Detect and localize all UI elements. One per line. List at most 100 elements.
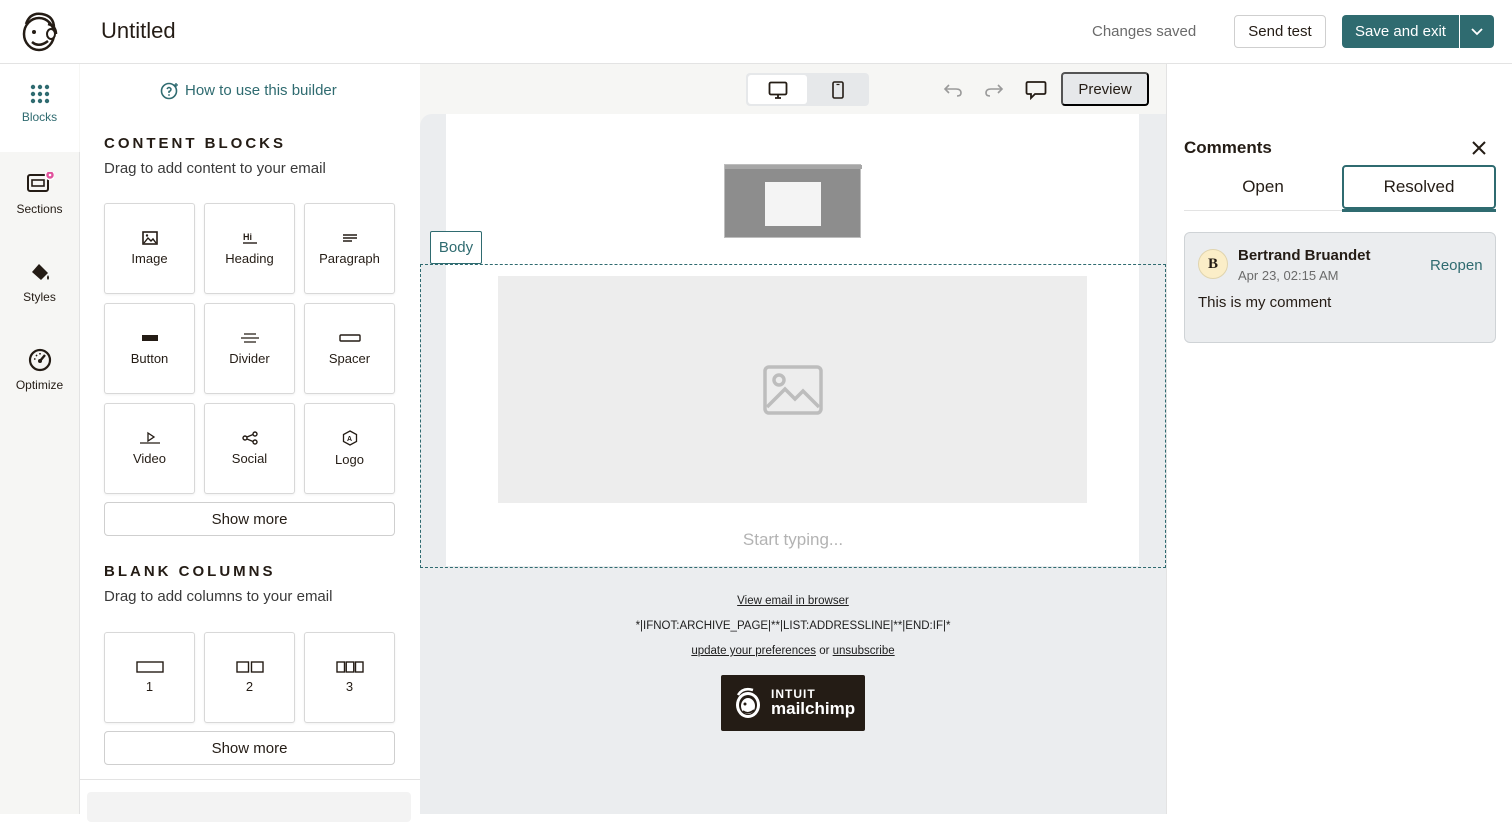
block-tile-logo[interactable]: A Logo — [304, 403, 395, 494]
button-icon — [141, 331, 159, 345]
redo-button[interactable] — [982, 78, 1006, 102]
spacer-icon — [338, 331, 361, 345]
merge-tag-text: *|IFNOT:ARCHIVE_PAGE|**|LIST:ADDRESSLINE… — [635, 620, 951, 632]
tile-label: Image — [131, 251, 168, 266]
update-preferences-link[interactable]: update your preferences — [691, 645, 816, 657]
avatar: B — [1198, 249, 1228, 279]
column-tile-2[interactable]: 2 — [204, 632, 295, 723]
top-bar: Untitled Changes saved Send test Save an… — [0, 0, 1512, 64]
one-column-icon — [135, 661, 164, 673]
mobile-view-button[interactable] — [808, 75, 867, 104]
content-blocks-heading: CONTENT BLOCKS — [104, 135, 286, 152]
block-tile-social[interactable]: Social — [204, 403, 295, 494]
close-comments-button[interactable] — [1469, 138, 1489, 158]
intuit-mailchimp-badge[interactable]: INTUIT mailchimp — [721, 675, 865, 731]
undo-icon — [943, 82, 963, 98]
tile-label: Paragraph — [319, 251, 380, 266]
logo-hexagon-icon: A — [342, 430, 358, 446]
preview-button[interactable]: Preview — [1061, 72, 1149, 106]
share-icon — [241, 431, 258, 445]
comment-card: B Bertrand Bruandet Apr 23, 02:15 AM Reo… — [1184, 232, 1496, 343]
sections-icon — [26, 172, 54, 196]
comments-panel: Comments Open Resolved B Bertrand Bruand… — [1166, 64, 1512, 814]
column-tile-3[interactable]: 3 — [304, 632, 395, 723]
comment-author: Bertrand Bruandet — [1238, 247, 1371, 264]
comments-toggle-button[interactable] — [1024, 78, 1048, 102]
rail-item-label: Blocks — [21, 110, 58, 124]
column-tile-1[interactable]: 1 — [104, 632, 195, 723]
tabs-active-indicator — [1342, 209, 1496, 212]
page-title[interactable]: Untitled — [101, 18, 176, 44]
save-options-dropdown[interactable] — [1460, 15, 1494, 48]
redo-icon — [984, 82, 1004, 98]
block-tile-divider[interactable]: Divider — [204, 303, 295, 394]
left-rail: Blocks Sections Styles Optimize — [0, 64, 80, 814]
desktop-icon — [768, 81, 788, 99]
svg-text:A: A — [347, 436, 352, 443]
rail-item-styles[interactable]: Styles — [0, 240, 79, 328]
tile-label: Divider — [229, 351, 270, 366]
block-tile-spacer[interactable]: Spacer — [304, 303, 395, 394]
save-status: Changes saved — [1092, 23, 1197, 40]
save-and-exit-button[interactable]: Save and exit — [1342, 15, 1459, 48]
body-section-tag[interactable]: Body — [430, 231, 482, 264]
block-tile-button[interactable]: Button — [104, 303, 195, 394]
rail-item-label: Optimize — [15, 378, 64, 392]
email-preview: Body Start typing... View email in brows… — [420, 114, 1166, 814]
tile-label: Social — [231, 451, 268, 466]
block-tile-video[interactable]: Video — [104, 403, 195, 494]
how-to-use-link[interactable]: How to use this builder — [160, 81, 337, 100]
rail-item-label: Sections — [16, 202, 63, 216]
video-icon — [139, 431, 161, 445]
desktop-view-button[interactable] — [748, 75, 807, 104]
tile-label: 1 — [145, 679, 154, 694]
block-tile-heading[interactable]: Hi Heading — [204, 203, 295, 294]
grid-dots-icon — [30, 84, 50, 104]
panel-footer-card — [87, 792, 411, 822]
block-tile-image[interactable]: Image — [104, 203, 195, 294]
close-icon — [1469, 138, 1489, 158]
rail-item-optimize[interactable]: Optimize — [0, 328, 79, 416]
comments-title: Comments — [1184, 138, 1272, 157]
rail-item-sections[interactable]: Sections — [0, 152, 79, 240]
how-to-use-label: How to use this builder — [185, 82, 337, 99]
show-more-blocks-button[interactable]: Show more — [104, 502, 395, 536]
reopen-button[interactable]: Reopen — [1430, 257, 1483, 274]
text-block-placeholder[interactable]: Start typing... — [420, 530, 1166, 550]
tab-open[interactable]: Open — [1184, 165, 1342, 209]
panel-footer — [80, 779, 420, 822]
blank-columns-subtitle: Drag to add columns to your email — [104, 588, 333, 605]
comment-bubble-icon — [1025, 80, 1047, 100]
tile-label: Spacer — [328, 351, 371, 366]
tile-label: 3 — [345, 679, 354, 694]
three-column-icon — [335, 661, 364, 673]
svg-text:Hi: Hi — [243, 232, 252, 242]
unsubscribe-link[interactable]: unsubscribe — [833, 645, 895, 657]
tile-label: 2 — [245, 679, 254, 694]
show-more-columns-button[interactable]: Show more — [104, 731, 395, 765]
rail-item-label: Styles — [23, 290, 56, 304]
tile-label: Heading — [225, 251, 274, 266]
embedded-screenshot-image[interactable] — [724, 164, 862, 238]
block-tile-paragraph[interactable]: Paragraph — [304, 203, 395, 294]
mailchimp-logo-icon[interactable] — [18, 10, 60, 54]
undo-button[interactable] — [941, 78, 965, 102]
tab-resolved[interactable]: Resolved — [1342, 165, 1496, 209]
rail-item-blocks[interactable]: Blocks — [0, 64, 79, 152]
image-placeholder[interactable] — [498, 276, 1087, 503]
email-canvas: Preview Body Start typing... View email … — [420, 64, 1166, 814]
help-sparkle-icon — [160, 81, 179, 100]
content-blocks-subtitle: Drag to add content to your email — [104, 160, 326, 177]
device-view-toggle — [746, 73, 869, 106]
send-test-button[interactable]: Send test — [1234, 15, 1326, 48]
gauge-icon — [28, 348, 52, 372]
view-in-browser-row: View email in browser — [420, 595, 1166, 607]
content-blocks-panel: How to use this builder CONTENT BLOCKS D… — [80, 64, 420, 822]
preferences-row: update your preferences or unsubscribe — [420, 645, 1166, 657]
divider-icon — [240, 331, 260, 345]
blank-columns-heading: BLANK COLUMNS — [104, 563, 276, 580]
or-text: or — [819, 645, 830, 657]
view-in-browser-link[interactable]: View email in browser — [737, 595, 849, 607]
two-column-icon — [235, 661, 264, 673]
image-icon — [141, 231, 158, 245]
